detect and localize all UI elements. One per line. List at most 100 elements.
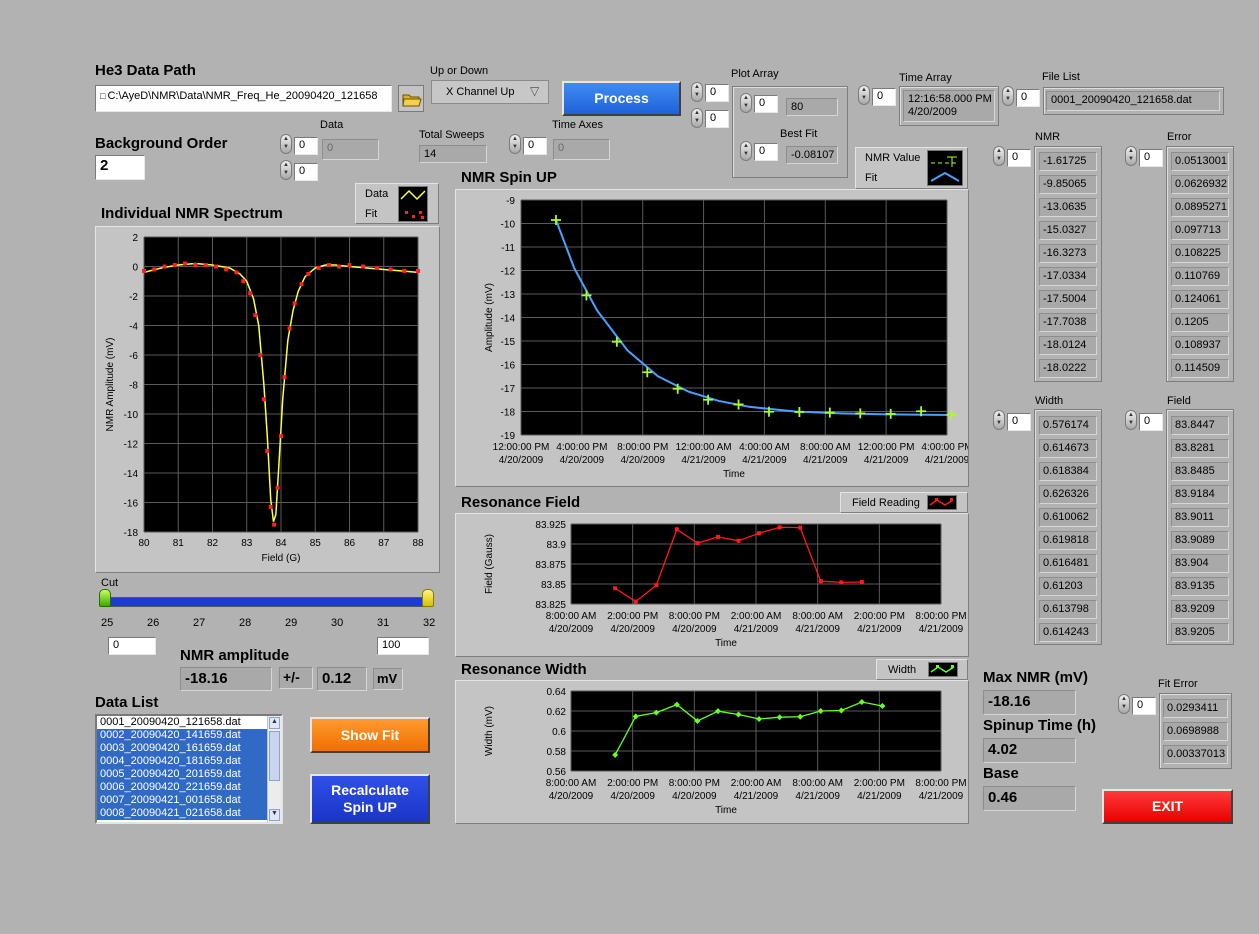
nmr-array-spinner[interactable]: ▲ ▼	[993, 146, 1005, 166]
data-list-item[interactable]: 0006_20090420_221659.dat	[97, 781, 268, 794]
data-field-index-1[interactable]: 0	[294, 137, 318, 155]
time-axes-label: Time Axes	[552, 119, 603, 131]
data-path-input[interactable]: □ C:\AyeD\NMR\Data\NMR_Freq_He_20090420_1…	[95, 85, 392, 112]
nmr-array-cell: -17.5004	[1039, 290, 1097, 309]
plot-array-outer-index-2[interactable]: 0	[705, 110, 729, 128]
data-point	[213, 264, 218, 269]
cut-high-input[interactable]: 100	[377, 637, 429, 655]
time-axes-spinner[interactable]: ▲ ▼	[509, 134, 521, 154]
y-tick-label: -10	[124, 410, 139, 421]
data-list-item[interactable]: 0004_20090420_181659.dat	[97, 755, 268, 768]
field-array-cell: 83.9089	[1171, 531, 1229, 550]
plot-array-spinner[interactable]: ▲ ▼	[740, 93, 752, 113]
spinup-legend: NMR Value Fit	[855, 147, 968, 189]
process-button[interactable]: Process	[562, 81, 681, 116]
y-tick-label: -14	[501, 314, 516, 325]
error-array-index[interactable]: 0	[1139, 149, 1163, 167]
show-fit-button[interactable]: Show Fit	[310, 717, 430, 753]
cut-tick-label: 32	[423, 617, 436, 629]
field-array-index[interactable]: 0	[1139, 413, 1163, 431]
data-list-item[interactable]: 0003_20090420_161659.dat	[97, 742, 268, 755]
cut-low-input[interactable]: 0	[108, 637, 156, 655]
data-field-spinner-1[interactable]: ▲ ▼	[280, 134, 292, 154]
error-array-spinner[interactable]: ▲ ▼	[1125, 146, 1137, 166]
data-list-item[interactable]: 0001_20090420_121658.dat	[97, 716, 268, 729]
plot-array-outer-index-1[interactable]: 0	[705, 84, 729, 102]
y-tick-label: 0.62	[547, 707, 567, 718]
field-array-spinner[interactable]: ▲ ▼	[1125, 410, 1137, 430]
file-list-index[interactable]: 0	[1016, 89, 1040, 107]
spinup-panel: 12:00:00 PM 4/20/2009 4:00:00 PM 4/20/2009 8…	[455, 189, 973, 487]
up-down-select[interactable]: X Channel Up ▽	[431, 80, 549, 104]
fit-error-spinner[interactable]: ▲ ▼	[1118, 694, 1130, 714]
time-array-index[interactable]: 0	[872, 88, 896, 106]
nmr-array-index[interactable]: 0	[1007, 149, 1031, 167]
width-array-label: Width	[1035, 395, 1064, 407]
fit-error-cell: 0.0698988	[1163, 722, 1228, 741]
plot-array-index[interactable]: 0	[754, 95, 778, 113]
scroll-down-icon[interactable]: ▼	[269, 809, 280, 821]
error-array-cell: 0.108225	[1171, 244, 1229, 263]
fit-error-index[interactable]: 0	[1132, 697, 1156, 715]
time-array-spinner[interactable]: ▲ ▼	[858, 85, 870, 105]
recalculate-spinup-button[interactable]: Recalculate Spin UP	[310, 774, 430, 824]
y-axis-label: Width (mV)	[484, 706, 495, 756]
data-list-item[interactable]: 0005_20090420_201659.dat	[97, 768, 268, 781]
best-fit-spinner[interactable]: ▲ ▼	[740, 141, 752, 161]
data-point	[777, 525, 782, 530]
time-axes-index[interactable]: 0	[523, 137, 547, 155]
cut-slider-track[interactable]	[104, 597, 430, 607]
x-tick-label: 4/20/2009	[560, 455, 605, 466]
cut-tick-label: 28	[239, 617, 252, 629]
y-axis-label: NMR Amplitude (mV)	[105, 338, 116, 432]
data-point	[347, 263, 352, 268]
x-tick-label: 4/21/2009	[734, 791, 779, 802]
y-tick-label: -9	[506, 196, 515, 207]
file-list-spinner[interactable]: ▲ ▼	[1002, 86, 1014, 106]
browse-folder-button[interactable]	[398, 85, 424, 112]
x-tick-label: 12:00:00 AM	[675, 442, 731, 453]
x-tick-label: 8:00:00 PM	[669, 778, 720, 789]
data-list-box[interactable]: 0001_20090420_121658.dat 0002_20090420_14…	[95, 714, 283, 824]
legend-fit-label: Fit	[365, 208, 378, 220]
background-order-input[interactable]: 2	[95, 155, 145, 180]
width-array-index[interactable]: 0	[1007, 413, 1031, 431]
time-array-time: 12:16:58.000 PM	[908, 93, 992, 105]
exit-button[interactable]: EXIT	[1102, 789, 1233, 824]
data-list-item[interactable]: 0008_20090421_021658.dat	[97, 807, 268, 820]
fit-error-cell: 0.00337013	[1163, 745, 1228, 764]
y-tick-label: 83.9	[547, 540, 567, 551]
plot-array-outer-spinner-2[interactable]: ▲ ▼	[691, 108, 703, 128]
data-point	[248, 291, 253, 296]
x-tick-label: 82	[207, 538, 219, 549]
data-point	[292, 301, 297, 306]
width-array-cell: 0.616481	[1039, 554, 1097, 573]
data-point	[374, 265, 379, 270]
error-array-cell: 0.0626932	[1171, 175, 1229, 194]
x-tick-label: 2:00:00 AM	[731, 611, 782, 622]
spinup-title: NMR Spin UP	[461, 169, 557, 186]
y-tick-label: -15	[501, 337, 516, 348]
y-tick-label: -18	[501, 408, 516, 419]
data-field-index-2[interactable]: 0	[294, 163, 318, 181]
scroll-up-icon[interactable]: ▲	[269, 717, 280, 729]
y-tick-label: -8	[129, 381, 138, 392]
data-list-item[interactable]: 0007_20090421_001658.dat	[97, 794, 268, 807]
x-tick-label: 4/20/2009	[549, 791, 594, 802]
data-list-item[interactable]: 0002_20090420_141659.dat	[97, 729, 268, 742]
plot-array-outer-spinner-1[interactable]: ▲ ▼	[691, 82, 703, 102]
y-tick-label: 0	[132, 263, 138, 274]
cut-slider-high-handle[interactable]	[422, 589, 434, 607]
cut-slider-low-handle[interactable]	[99, 589, 111, 607]
data-list-scrollbar[interactable]: ▲ ▼	[267, 716, 281, 822]
x-tick-label: 8:00:00 PM	[915, 778, 966, 789]
x-tick-label: 8:00:00 PM	[669, 611, 720, 622]
error-array-cell: 0.0513001	[1171, 152, 1229, 171]
data-point	[613, 586, 618, 591]
legend-field-reading-label: Field Reading	[852, 497, 920, 509]
width-array-spinner[interactable]: ▲ ▼	[993, 410, 1005, 430]
best-fit-index[interactable]: 0	[754, 143, 778, 161]
x-tick-label: 8:00:00 PM	[617, 442, 668, 453]
data-field-spinner-2[interactable]: ▲ ▼	[280, 160, 292, 180]
scroll-thumb[interactable]	[269, 731, 280, 781]
